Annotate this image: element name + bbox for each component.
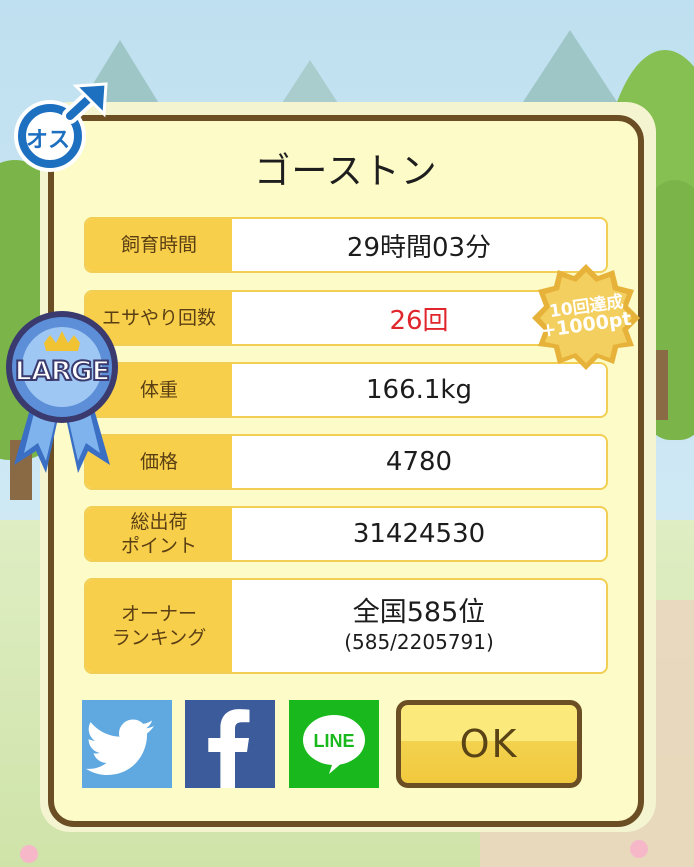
line-share-button[interactable]: LINE [289, 700, 379, 788]
stat-value: 4780 [385, 447, 453, 477]
stat-label: 総出荷 ポイント [86, 508, 232, 560]
ranking-value: 全国585位 (585/2205791) [232, 580, 606, 672]
stat-label: 飼育時間 [86, 219, 232, 271]
twitter-share-button[interactable] [82, 700, 172, 788]
size-label: LARGE [14, 355, 112, 388]
stat-row-shipment-points: 総出荷 ポイント 31424530 [84, 506, 608, 562]
stat-value: 31424530 [352, 519, 486, 549]
line-icon: LINE [303, 715, 365, 774]
flower-decoration [630, 840, 648, 858]
flower-decoration [20, 845, 38, 863]
gender-label: オス [25, 128, 70, 153]
stat-row-price: 価格 4780 [84, 434, 608, 490]
ranking-position: 全国585位 [352, 597, 486, 628]
character-name-title: ゴーストン [254, 151, 438, 192]
stat-row-owner-ranking: オーナー ランキング 全国585位 (585/2205791) [84, 578, 608, 674]
facebook-icon [208, 709, 250, 788]
stat-label: オーナー ランキング [86, 580, 232, 672]
line-logo-text: LINE [313, 731, 354, 751]
game-screen: ゴーストン 飼育時間 29時間03分 エサやり回数 26回 体重 166.1kg… [0, 0, 694, 867]
facebook-share-button[interactable] [185, 700, 275, 788]
twitter-icon [85, 719, 154, 775]
size-ribbon-badge [6, 311, 118, 473]
ranking-detail: (585/2205791) [344, 630, 494, 654]
ok-button[interactable]: OK [396, 700, 582, 788]
